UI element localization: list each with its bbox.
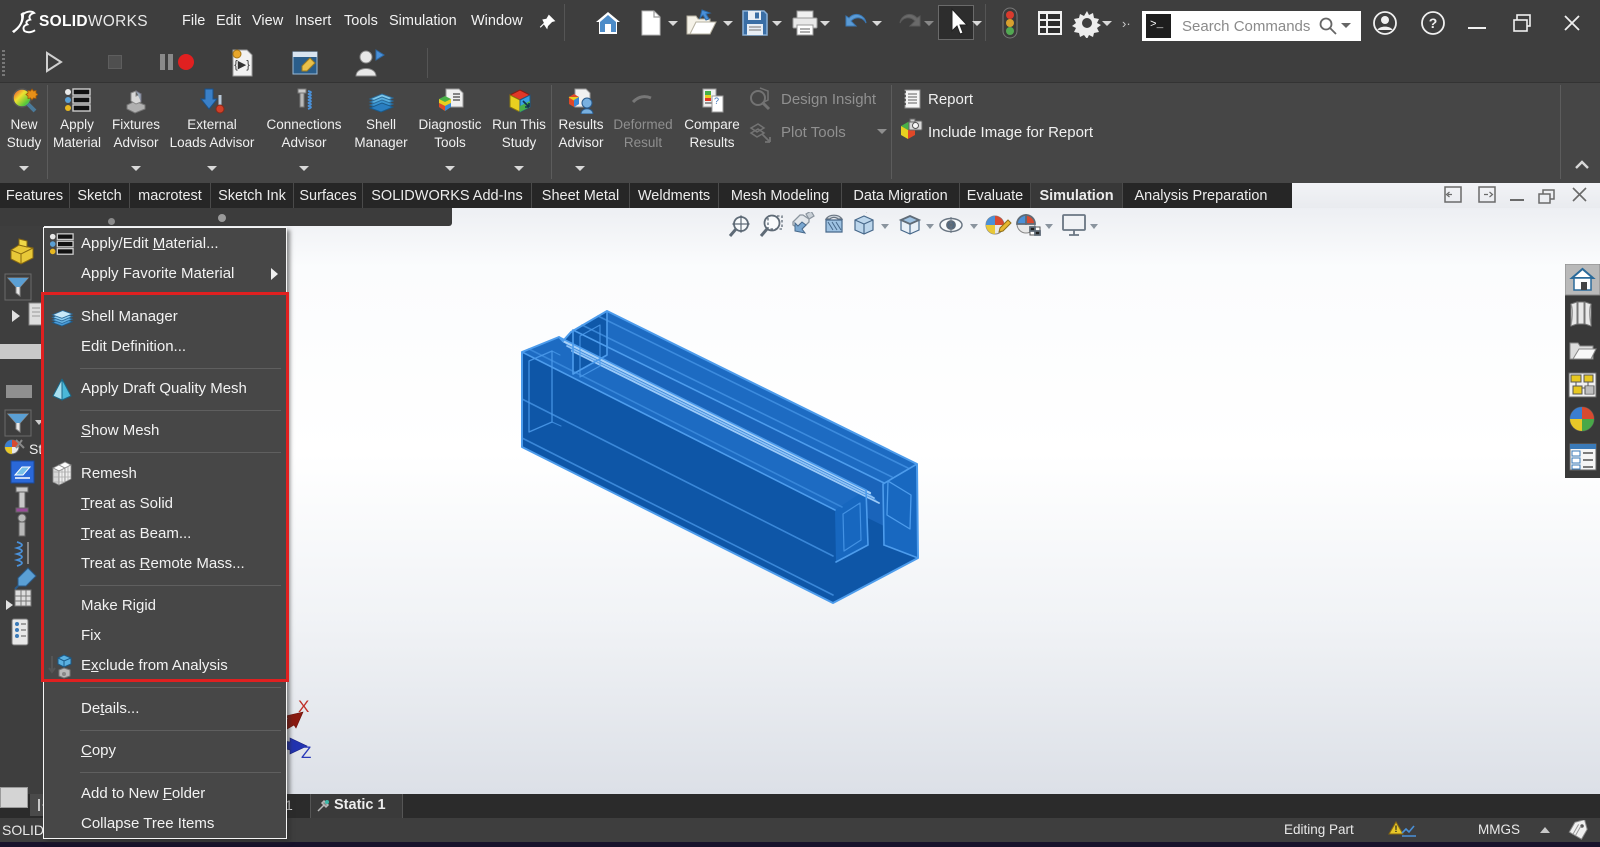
svg-text:!: !	[1395, 824, 1398, 834]
svg-text:?: ?	[714, 96, 719, 106]
svg-text:{▶}: {▶}	[234, 59, 250, 71]
svg-text:?: ?	[1429, 15, 1438, 31]
svg-text:Z: Z	[301, 743, 311, 760]
